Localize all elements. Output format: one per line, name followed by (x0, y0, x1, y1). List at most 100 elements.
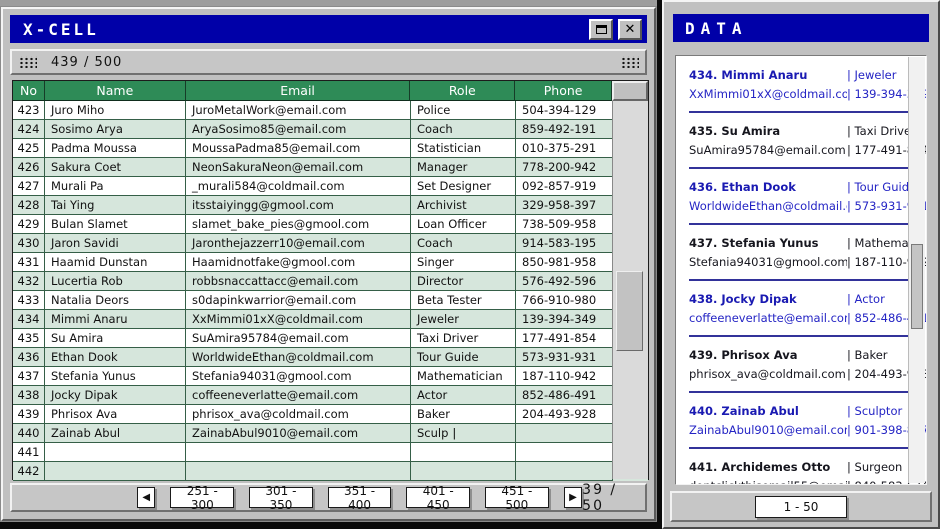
cell-email[interactable]: WorldwideEthan@coldmail.com (186, 348, 411, 367)
cell-no[interactable]: 440 (13, 424, 45, 443)
cell-email[interactable] (186, 462, 411, 481)
cell-no[interactable]: 428 (13, 196, 45, 215)
cell-phone[interactable]: 914-583-195 (516, 234, 613, 253)
cell-email[interactable]: _murali584@coldmail.com (186, 177, 411, 196)
page-range-button[interactable]: 401 - 450 (406, 487, 470, 508)
cell-no[interactable]: 425 (13, 139, 45, 158)
cell-no[interactable]: 432 (13, 272, 45, 291)
cell-phone[interactable]: 204-493-928 (516, 405, 613, 424)
cell-name[interactable]: Padma Moussa (45, 139, 186, 158)
cell-role[interactable]: Baker (411, 405, 516, 424)
cell-no[interactable]: 435 (13, 329, 45, 348)
cell-email[interactable]: itsstaiyingg@gmool.com (186, 196, 411, 215)
cell-name[interactable]: Natalia Deors (45, 291, 186, 310)
cell-role[interactable]: Mathematician (411, 367, 516, 386)
cell-no[interactable]: 427 (13, 177, 45, 196)
cell-role[interactable]: Sculp| (411, 424, 516, 443)
cell-role[interactable]: Police (411, 101, 516, 120)
cell-role[interactable]: Coach (411, 120, 516, 139)
cell-role[interactable]: Manager (411, 158, 516, 177)
cell-name[interactable]: Juro Miho (45, 101, 186, 120)
cell-phone[interactable]: 778-200-942 (516, 158, 613, 177)
cell-no[interactable]: 431 (13, 253, 45, 272)
cell-phone[interactable]: 576-492-596 (516, 272, 613, 291)
cell-no[interactable]: 426 (13, 158, 45, 177)
cell-no[interactable]: 434 (13, 310, 45, 329)
cell-name[interactable]: Zainab Abul (45, 424, 186, 443)
page-range-button[interactable]: 251 - 300 (170, 487, 234, 508)
cell-phone[interactable]: 010-375-291 (516, 139, 613, 158)
cell-role[interactable]: Jeweler (411, 310, 516, 329)
cell-name[interactable] (45, 443, 186, 462)
cell-no[interactable]: 442 (13, 462, 45, 481)
cell-email[interactable]: AryaSosimo85@email.com (186, 120, 411, 139)
cell-phone[interactable]: 329-958-397 (516, 196, 613, 215)
cell-name[interactable]: Bulan Slamet (45, 215, 186, 234)
cell-email[interactable]: XxMimmi01xX@coldmail.com (186, 310, 411, 329)
cell-email[interactable]: coffeeneverlatte@email.com (186, 386, 411, 405)
grip-icon-right[interactable] (620, 56, 639, 68)
cell-email[interactable] (186, 443, 411, 462)
next-page-button[interactable]: ▶ (564, 487, 582, 508)
cell-email[interactable]: Stefania94031@gmool.com (186, 367, 411, 386)
data-vertical-scrollbar[interactable] (908, 57, 925, 483)
cell-phone[interactable]: 187-110-942 (516, 367, 613, 386)
cell-role[interactable] (411, 443, 516, 462)
page-range-button[interactable]: 351 - 400 (328, 487, 392, 508)
cell-no[interactable]: 424 (13, 120, 45, 139)
maximize-button[interactable] (589, 19, 613, 40)
table-vertical-scrollbar[interactable] (612, 101, 648, 479)
cell-role[interactable]: Singer (411, 253, 516, 272)
cell-name[interactable]: Phrisox Ava (45, 405, 186, 424)
cell-email[interactable]: s0dapinkwarrior@email.com (186, 291, 411, 310)
cell-name[interactable]: Sakura Coet (45, 158, 186, 177)
grip-icon-left[interactable] (18, 56, 37, 68)
cell-phone[interactable]: 852-486-491 (516, 386, 613, 405)
data-titlebar[interactable]: DATA (673, 14, 929, 42)
cell-phone[interactable] (516, 443, 613, 462)
cell-email[interactable]: phrisox_ava@coldmail.com (186, 405, 411, 424)
cell-role[interactable] (411, 462, 516, 481)
cell-phone[interactable]: 738-509-958 (516, 215, 613, 234)
xcell-titlebar[interactable]: X-CELL ✕ (10, 15, 647, 43)
cell-name[interactable]: Murali Pa (45, 177, 186, 196)
cell-email[interactable]: robbsnaccattacc@email.com (186, 272, 411, 291)
cell-phone[interactable]: 092-857-919 (516, 177, 613, 196)
cell-role[interactable]: Beta Tester (411, 291, 516, 310)
cell-email[interactable]: MoussaPadma85@email.com (186, 139, 411, 158)
cell-email[interactable]: SuAmira95784@email.com (186, 329, 411, 348)
cell-role[interactable]: Loan Officer (411, 215, 516, 234)
cell-role[interactable]: Statistician (411, 139, 516, 158)
cell-name[interactable]: Su Amira (45, 329, 186, 348)
cell-phone[interactable]: 766-910-980 (516, 291, 613, 310)
cell-role[interactable]: Set Designer (411, 177, 516, 196)
cell-phone[interactable]: 504-394-129 (516, 101, 613, 120)
cell-phone[interactable] (516, 462, 613, 481)
cell-no[interactable]: 423 (13, 101, 45, 120)
cell-phone[interactable]: 850-981-958 (516, 253, 613, 272)
cell-name[interactable]: Sosimo Arya (45, 120, 186, 139)
cell-email[interactable]: NeonSakuraNeon@email.com (186, 158, 411, 177)
cell-no[interactable]: 433 (13, 291, 45, 310)
cell-no[interactable]: 439 (13, 405, 45, 424)
cell-name[interactable]: Mimmi Anaru (45, 310, 186, 329)
cell-name[interactable]: Jaron Savidi (45, 234, 186, 253)
cell-role[interactable]: Actor (411, 386, 516, 405)
cell-name[interactable]: Lucertia Rob (45, 272, 186, 291)
cell-no[interactable]: 441 (13, 443, 45, 462)
cell-email[interactable]: JuroMetalWork@email.com (186, 101, 411, 120)
cell-role[interactable]: Director (411, 272, 516, 291)
cell-name[interactable]: Ethan Dook (45, 348, 186, 367)
cell-no[interactable]: 438 (13, 386, 45, 405)
data-range-button[interactable]: 1 - 50 (755, 496, 847, 518)
cell-phone[interactable] (516, 424, 613, 443)
cell-no[interactable]: 430 (13, 234, 45, 253)
cell-role[interactable]: Archivist (411, 196, 516, 215)
cell-phone[interactable]: 139-394-349 (516, 310, 613, 329)
close-button[interactable]: ✕ (618, 19, 642, 40)
cell-name[interactable]: Stefania Yunus (45, 367, 186, 386)
page-range-button[interactable]: 451 - 500 (485, 487, 549, 508)
cell-phone[interactable]: 859-492-191 (516, 120, 613, 139)
cell-role[interactable]: Coach (411, 234, 516, 253)
cell-no[interactable]: 437 (13, 367, 45, 386)
